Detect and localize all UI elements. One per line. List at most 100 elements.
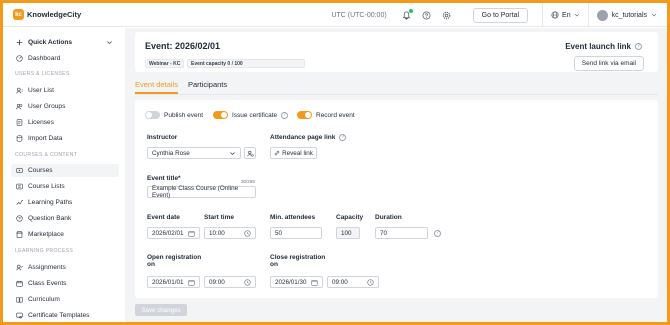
sidebar-item-label: User List — [28, 87, 55, 94]
capacity-value-field: 100 — [336, 227, 360, 239]
gear-icon[interactable] — [441, 9, 453, 21]
instructor-label: Instructor — [147, 134, 178, 141]
help-icon[interactable]: ? — [281, 111, 289, 119]
open-registration-date-input[interactable]: 2026/01/01 — [147, 276, 200, 288]
learning-path-icon — [15, 199, 23, 207]
sidebar-item-course-lists[interactable]: Course Lists — [11, 180, 119, 193]
sidebar-item-label: Dashboard — [28, 55, 61, 62]
event-date-value: 2026/02/01 — [152, 229, 184, 237]
user-settings-icon — [246, 150, 254, 157]
send-link-button[interactable]: Send link via email — [573, 56, 644, 71]
help-icon[interactable]: ? — [339, 134, 347, 141]
min-attendees-input[interactable]: 50 — [270, 227, 322, 239]
tab-bar: Event details Participants — [135, 80, 237, 94]
record-event-toggle[interactable] — [297, 111, 312, 119]
globe-icon — [551, 11, 559, 19]
section-heading-courses: COURSES & CONTENT — [15, 152, 78, 158]
sidebar-item-question-bank[interactable]: Question Bank — [11, 212, 119, 225]
notification-dot — [408, 9, 413, 13]
event-date-input[interactable]: 2026/02/01 — [147, 227, 200, 239]
tab-event-details[interactable]: Event details — [135, 80, 178, 94]
instructor-select[interactable]: Cynthia Rose — [147, 147, 241, 159]
sidebar-item-courses[interactable]: Courses — [11, 164, 119, 177]
publish-event-label: Publish event — [164, 111, 204, 119]
calendar-icon — [15, 280, 23, 288]
close-registration-date-input[interactable]: 2026/01/30 — [270, 276, 323, 288]
book-icon — [15, 296, 23, 304]
start-time-input[interactable]: 10:00 — [204, 227, 256, 239]
publish-event-toggle-row[interactable]: Publish event — [145, 111, 203, 119]
course-list-icon — [15, 183, 23, 191]
import-icon — [15, 135, 23, 143]
sidebar-item-label: Marketplace — [28, 231, 64, 238]
certificate-icon — [15, 312, 23, 320]
sidebar-item-label: Courses — [28, 167, 53, 174]
instructor-value: Cynthia Rose — [152, 149, 190, 157]
calendar-icon — [188, 280, 195, 286]
duration-input[interactable]: 70 — [375, 227, 428, 239]
clock-icon — [367, 279, 374, 286]
section-heading-users: USERS & LICENSES — [15, 71, 70, 77]
duration-value: 70 — [380, 229, 388, 237]
bell-icon[interactable] — [401, 9, 413, 21]
sidebar-item-label: Quick Actions — [28, 39, 73, 46]
help-circle-icon[interactable] — [421, 9, 433, 21]
tab-participants[interactable]: Participants — [188, 80, 227, 94]
min-attendees-label: Min. attendees — [270, 214, 316, 221]
duration-label: Duration — [375, 214, 402, 221]
sidebar-item-quick-actions[interactable]: Quick Actions — [11, 36, 119, 49]
top-bar: kc KnowledgeCity UTC (UTC-00:00) Go to P… — [3, 3, 667, 27]
capacity-label: Capacity — [336, 214, 364, 221]
sidebar-item-class-events[interactable]: Class Events — [11, 277, 119, 290]
chevron-down-icon — [230, 152, 235, 156]
timezone-label: UTC (UTC-00:00) — [331, 11, 387, 19]
sidebar-item-dashboard[interactable]: Dashboard — [11, 52, 119, 65]
close-registration-label-line2: on — [270, 261, 278, 268]
record-event-label: Record event — [316, 111, 355, 119]
open-registration-label-line1: Open registration — [147, 254, 202, 261]
dashboard-icon — [15, 55, 23, 63]
help-icon[interactable]: ? — [635, 43, 642, 50]
clock-icon — [244, 279, 251, 286]
close-registration-label-line1: Close registration — [270, 254, 326, 261]
sidebar-item-user-list[interactable]: User List — [11, 84, 119, 97]
open-registration-time-input[interactable]: 09:00 — [204, 276, 256, 288]
page-title: Event: 2026/02/01 — [145, 41, 221, 51]
close-registration-label: Close registration on — [270, 254, 325, 268]
assignment-icon — [15, 264, 23, 272]
help-icon[interactable]: ? — [434, 230, 441, 237]
sidebar-item-learning-paths[interactable]: Learning Paths — [11, 196, 119, 209]
min-attendees-value: 50 — [275, 229, 283, 237]
sidebar-item-marketplace[interactable]: Marketplace — [11, 228, 119, 241]
publish-event-toggle[interactable] — [145, 111, 160, 119]
chevron-down-icon — [651, 13, 657, 17]
sidebar-item-licenses[interactable]: Licenses — [11, 116, 119, 129]
open-registration-label: Open registration on — [147, 254, 201, 268]
sidebar-item-curriculum[interactable]: Curriculum — [11, 293, 119, 306]
issue-certificate-toggle-row[interactable]: Issue certificate ? — [213, 111, 289, 119]
record-event-toggle-row[interactable]: Record event — [297, 111, 355, 119]
sidebar-item-label: Course Lists — [28, 183, 65, 190]
language-selector[interactable]: En — [542, 3, 589, 27]
start-time-value: 10:00 — [209, 229, 225, 237]
logo-mark: kc — [13, 9, 24, 20]
reveal-link-button[interactable]: Reveal link — [270, 147, 317, 159]
event-title-input[interactable]: Example Class Course (Online Event) — [147, 185, 256, 199]
capacity-value: 100 — [341, 229, 352, 237]
sidebar-item-import-data[interactable]: Import Data — [11, 132, 119, 145]
user-menu[interactable]: kc_tutorials — [589, 9, 657, 21]
close-registration-time-input[interactable]: 09:00 — [327, 276, 379, 288]
tab-divider — [135, 94, 658, 95]
save-changes-button[interactable]: Save changes — [135, 304, 187, 316]
event-title-char-count: 30/255 — [241, 179, 255, 184]
instructor-settings-button[interactable] — [244, 147, 256, 159]
issue-certificate-toggle[interactable] — [213, 111, 228, 119]
event-capacity-chip: Event capacity 0 / 100 — [187, 59, 305, 68]
sidebar-item-certificate-templates[interactable]: Certificate Templates — [11, 309, 119, 322]
sidebar-item-user-groups[interactable]: User Groups — [11, 100, 119, 113]
go-to-portal-button[interactable]: Go to Portal — [472, 7, 529, 23]
sidebar-item-assignments[interactable]: Assignments — [11, 261, 119, 274]
event-type-chip: Webinar - KC — [145, 59, 185, 68]
event-title-label: Event title* — [147, 175, 181, 182]
logo[interactable]: kc KnowledgeCity — [13, 9, 81, 20]
